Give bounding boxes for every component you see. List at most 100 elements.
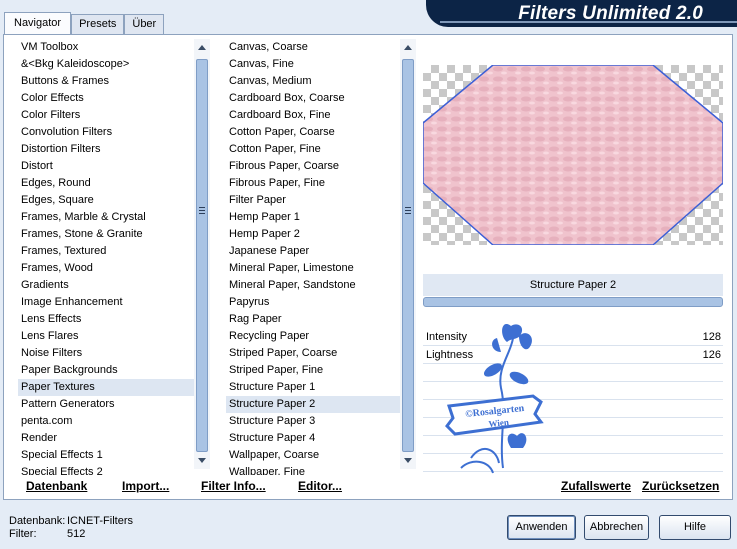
filter-info-button[interactable]: Filter Info... — [201, 479, 266, 493]
grip-icon — [199, 207, 205, 214]
filter-item[interactable]: Structure Paper 3 — [226, 413, 402, 430]
db-label: Datenbank: — [9, 515, 66, 527]
category-item[interactable]: Render — [18, 430, 194, 447]
category-item[interactable]: Frames, Wood — [18, 260, 194, 277]
editor-button[interactable]: Editor... — [298, 479, 342, 493]
category-list: VM Toolbox &<Bkg Kaleidoscope> Buttons & F… — [18, 39, 194, 475]
preview-image — [423, 65, 723, 245]
datenbank-button[interactable]: Datenbank — [26, 479, 87, 493]
filter-item[interactable]: Structure Paper 1 — [226, 379, 402, 396]
editor-label: Editor... — [298, 479, 343, 493]
scroll-up-icon[interactable] — [404, 45, 412, 50]
scroll-up-icon[interactable] — [198, 45, 206, 50]
zuruecksetzen-label: Zurücksetzen — [642, 479, 720, 493]
scroll-thumb[interactable] — [196, 59, 208, 452]
datenbank-label: Datenbank — [26, 479, 88, 493]
watermark-logo: ©Rosalgarten Wien — [445, 323, 544, 474]
preview-shape — [423, 65, 723, 245]
category-item[interactable]: Noise Filters — [18, 345, 194, 362]
cancel-button[interactable]: Abbrechen — [584, 515, 649, 540]
help-button[interactable]: Hilfe — [659, 515, 731, 540]
category-item[interactable]: VM Toolbox — [18, 39, 194, 56]
category-item[interactable]: Lens Effects — [18, 311, 194, 328]
category-item[interactable]: Edges, Square — [18, 192, 194, 209]
category-item[interactable]: Image Enhancement — [18, 294, 194, 311]
import-button[interactable]: Import... — [122, 479, 169, 493]
category-item[interactable]: Gradients — [18, 277, 194, 294]
category-item[interactable]: Buttons & Frames — [18, 73, 194, 90]
filter-count-label: Filter: — [9, 528, 37, 540]
status-area: Datenbank: ICNET-Filters Filter: 512 — [9, 515, 133, 541]
filter-item[interactable]: Rag Paper — [226, 311, 402, 328]
filter-name-label: Structure Paper 2 — [423, 274, 723, 296]
tab-bar: Navigator Presets Über — [4, 12, 165, 34]
category-item[interactable]: Color Filters — [18, 107, 194, 124]
apply-button[interactable]: Anwenden — [507, 515, 576, 540]
filter-item[interactable]: Structure Paper 2 — [226, 396, 402, 413]
zufallswerte-button[interactable]: Zufallswerte — [561, 479, 631, 493]
category-item[interactable]: Lens Flares — [18, 328, 194, 345]
filter-item[interactable]: Striped Paper, Coarse — [226, 345, 402, 362]
filter-item[interactable]: Recycling Paper — [226, 328, 402, 345]
scroll-down-icon[interactable] — [198, 458, 206, 463]
category-item[interactable]: Color Effects — [18, 90, 194, 107]
category-item[interactable]: Convolution Filters — [18, 124, 194, 141]
category-item[interactable]: Frames, Stone & Granite — [18, 226, 194, 243]
category-item[interactable]: Edges, Round — [18, 175, 194, 192]
category-item[interactable]: penta.com — [18, 413, 194, 430]
tab-presets[interactable]: Presets — [71, 14, 125, 34]
filter-item[interactable]: Structure Paper 4 — [226, 430, 402, 447]
category-item[interactable]: &<Bkg Kaleidoscope> — [18, 56, 194, 73]
param-value: 126 — [702, 349, 721, 361]
zuruecksetzen-button[interactable]: Zurücksetzen — [642, 479, 719, 493]
filter-name-bar — [423, 297, 723, 307]
category-item[interactable]: Distort — [18, 158, 194, 175]
filter-item[interactable]: Canvas, Medium — [226, 73, 402, 90]
command-bar: Datenbank Import... Filter Info... Edito… — [10, 475, 730, 499]
filter-list: Canvas, Coarse Canvas, Fine Canvas, Medium… — [226, 39, 402, 475]
watermark-subtext: Wien — [488, 417, 509, 429]
zufallswerte-label: Zufallswerte — [561, 479, 632, 493]
category-item[interactable]: Pattern Generators — [18, 396, 194, 413]
filter-item[interactable]: Mineral Paper, Sandstone — [226, 277, 402, 294]
filter-scrollbar[interactable] — [400, 39, 416, 469]
filter-item[interactable]: Japanese Paper — [226, 243, 402, 260]
category-scrollbar[interactable] — [194, 39, 210, 469]
category-item[interactable]: Paper Textures — [18, 379, 194, 396]
filter-item[interactable]: Wallpaper, Coarse — [226, 447, 402, 464]
import-label: Import... — [122, 479, 170, 493]
filter-item[interactable]: Papyrus — [226, 294, 402, 311]
category-item[interactable]: Paper Backgrounds — [18, 362, 194, 379]
filter-item[interactable]: Canvas, Fine — [226, 56, 402, 73]
filter-item[interactable]: Cardboard Box, Fine — [226, 107, 402, 124]
filter-count-value: 512 — [67, 528, 86, 540]
grip-icon — [405, 207, 411, 214]
main-panel: VM Toolbox &<Bkg Kaleidoscope> Buttons & F… — [3, 34, 733, 500]
filter-item[interactable]: Cotton Paper, Coarse — [226, 124, 402, 141]
scroll-thumb[interactable] — [402, 59, 414, 452]
filter-item[interactable]: Hemp Paper 2 — [226, 226, 402, 243]
tab-uber[interactable]: Über — [124, 14, 165, 34]
filter-item[interactable]: Filter Paper — [226, 192, 402, 209]
filter-item[interactable]: Hemp Paper 1 — [226, 209, 402, 226]
category-item[interactable]: Special Effects 2 — [18, 464, 194, 475]
app-title: Filters Unlimited 2.0 — [518, 3, 703, 24]
category-item[interactable]: Special Effects 1 — [18, 447, 194, 464]
param-value: 128 — [702, 331, 721, 343]
filter-item[interactable]: Cotton Paper, Fine — [226, 141, 402, 158]
category-item[interactable]: Distortion Filters — [18, 141, 194, 158]
filter-item[interactable]: Wallpaper, Fine — [226, 464, 402, 475]
category-item[interactable]: Frames, Textured — [18, 243, 194, 260]
filter-info-label: Filter Info... — [201, 479, 266, 493]
filter-item[interactable]: Cardboard Box, Coarse — [226, 90, 402, 107]
filter-item[interactable]: Fibrous Paper, Fine — [226, 175, 402, 192]
tab-navigator[interactable]: Navigator — [4, 12, 72, 34]
scroll-down-icon[interactable] — [404, 458, 412, 463]
filter-item[interactable]: Fibrous Paper, Coarse — [226, 158, 402, 175]
title-banner: Filters Unlimited 2.0 — [426, 0, 737, 27]
filter-item[interactable]: Mineral Paper, Limestone — [226, 260, 402, 277]
db-value: ICNET-Filters — [67, 515, 133, 527]
filter-item[interactable]: Striped Paper, Fine — [226, 362, 402, 379]
filter-item[interactable]: Canvas, Coarse — [226, 39, 402, 56]
category-item[interactable]: Frames, Marble & Crystal — [18, 209, 194, 226]
